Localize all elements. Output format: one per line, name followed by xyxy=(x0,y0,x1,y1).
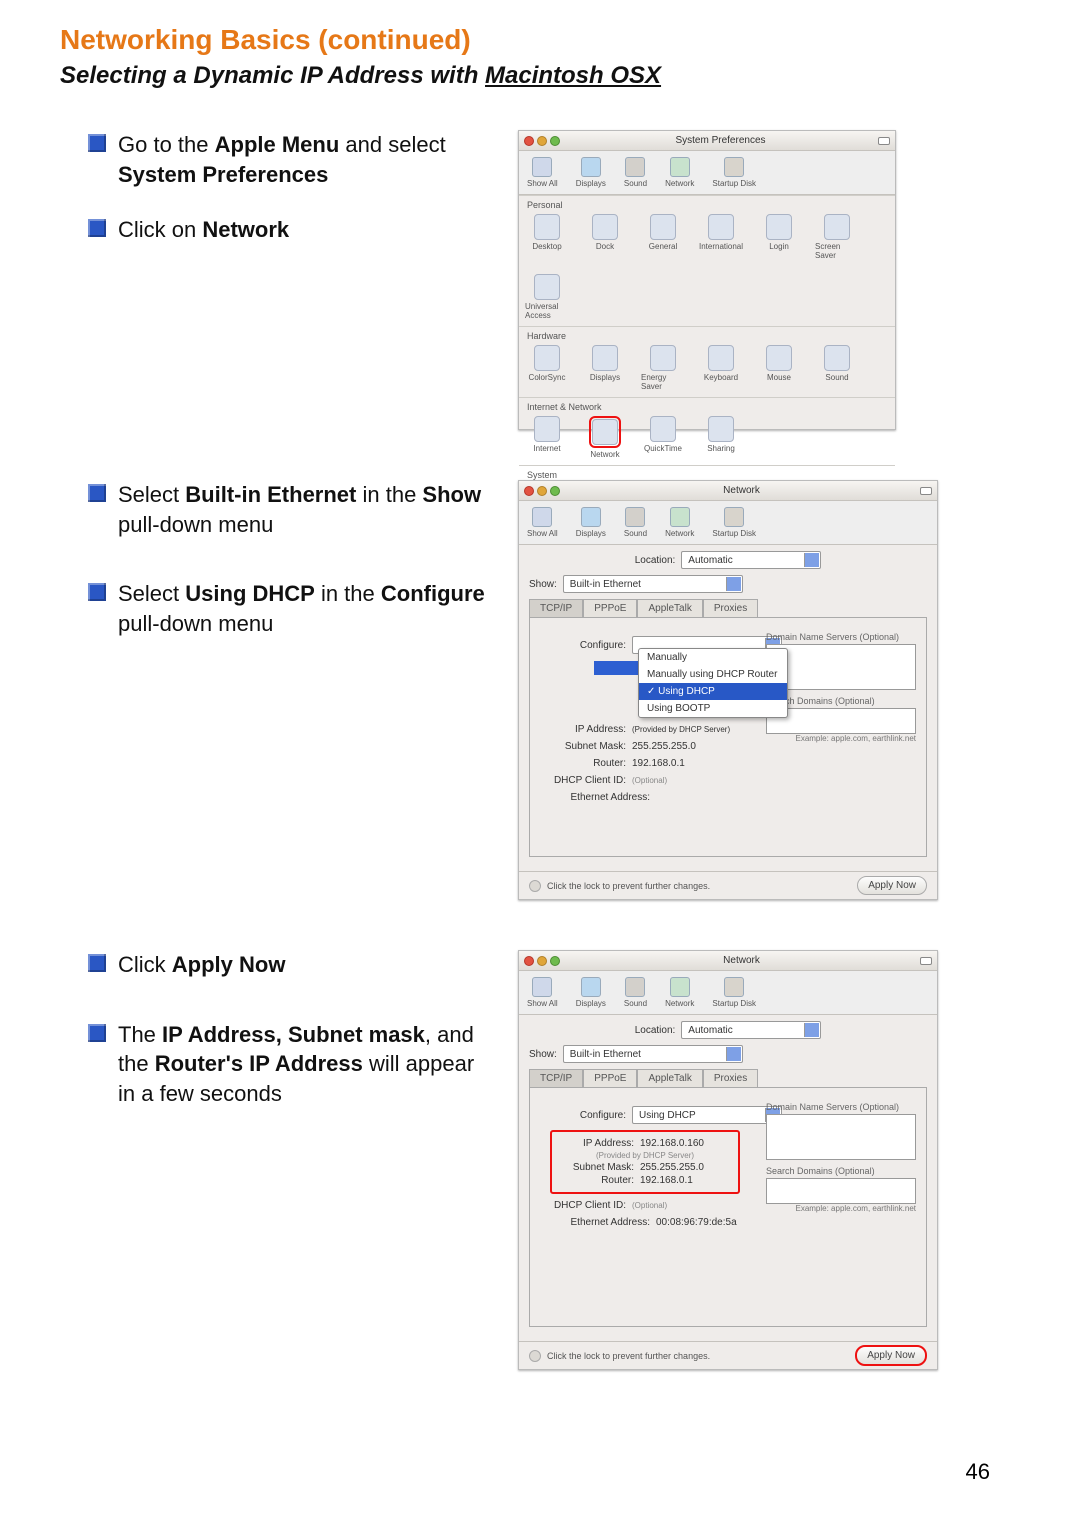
sound-icon[interactable] xyxy=(625,507,645,527)
pref-dock[interactable]: Dock xyxy=(583,214,627,260)
network-icon[interactable] xyxy=(670,507,690,527)
location-select[interactable]: Automatic xyxy=(681,551,821,569)
show-select[interactable]: Built-in Ethernet xyxy=(563,575,743,593)
pref-desktop[interactable]: Desktop xyxy=(525,214,569,260)
displays-icon[interactable] xyxy=(581,507,601,527)
pref-sharing[interactable]: Sharing xyxy=(699,416,743,459)
minimize-icon[interactable] xyxy=(537,136,547,146)
bullet: Select Built-in Ethernet in the Show pul… xyxy=(118,480,490,539)
tab-tcpip[interactable]: TCP/IP xyxy=(529,1069,583,1087)
configure-menu[interactable]: Manually Manually using DHCP Router ✓ Us… xyxy=(638,648,788,718)
show-select[interactable]: Built-in Ethernet xyxy=(563,1045,743,1063)
sound-icon[interactable] xyxy=(625,157,645,177)
pref-universal-access[interactable]: Universal Access xyxy=(525,274,569,320)
zoom-icon[interactable] xyxy=(550,486,560,496)
tab-appletalk[interactable]: AppleTalk xyxy=(637,599,702,617)
bullet: Go to the Apple Menu and select System P… xyxy=(118,130,490,189)
section-title: Networking Basics (continued) xyxy=(60,24,1020,56)
section-subtitle: Selecting a Dynamic IP Address with Maci… xyxy=(60,62,1020,90)
bullet: Click on Network xyxy=(118,215,490,245)
apply-now-button[interactable]: Apply Now xyxy=(855,1345,927,1366)
minimize-icon[interactable] xyxy=(537,486,547,496)
apply-now-button[interactable]: Apply Now xyxy=(857,876,927,895)
pref-login[interactable]: Login xyxy=(757,214,801,260)
screenshot-network-configure: Network Show All Displays Sound Network … xyxy=(518,480,938,900)
startupdisk-icon[interactable] xyxy=(724,157,744,177)
zoom-icon[interactable] xyxy=(550,136,560,146)
lock-icon[interactable] xyxy=(529,1350,541,1362)
pref-energy-saver[interactable]: Energy Saver xyxy=(641,345,685,391)
pref-mouse[interactable]: Mouse xyxy=(757,345,801,391)
close-icon[interactable] xyxy=(524,956,534,966)
pref-keyboard[interactable]: Keyboard xyxy=(699,345,743,391)
page-number: 46 xyxy=(966,1459,990,1485)
showall-icon[interactable] xyxy=(532,977,552,997)
bullet: Click Apply Now xyxy=(118,950,490,980)
close-icon[interactable] xyxy=(524,486,534,496)
displays-icon[interactable] xyxy=(581,977,601,997)
pref-internet[interactable]: Internet xyxy=(525,416,569,459)
resize-icon xyxy=(878,137,890,145)
resize-icon xyxy=(920,487,932,495)
bullet: The IP Address, Subnet mask, and the Rou… xyxy=(118,1020,490,1109)
showall-icon[interactable] xyxy=(532,507,552,527)
lock-icon[interactable] xyxy=(529,880,541,892)
pref-network[interactable]: Network xyxy=(583,416,627,459)
resize-icon xyxy=(920,957,932,965)
zoom-icon[interactable] xyxy=(550,956,560,966)
displays-icon[interactable] xyxy=(581,157,601,177)
bullet: Select Using DHCP in the Configure pull-… xyxy=(118,579,490,638)
pref-screen-saver[interactable]: Screen Saver xyxy=(815,214,859,260)
sound-icon[interactable] xyxy=(625,977,645,997)
configure-select[interactable]: Using DHCP xyxy=(632,1106,782,1124)
minimize-icon[interactable] xyxy=(537,956,547,966)
pref-sound[interactable]: Sound xyxy=(815,345,859,391)
tab-pppoe[interactable]: PPPoE xyxy=(583,599,637,617)
close-icon[interactable] xyxy=(524,136,534,146)
network-icon[interactable] xyxy=(670,977,690,997)
tab-proxies[interactable]: Proxies xyxy=(703,599,758,617)
startupdisk-icon[interactable] xyxy=(724,977,744,997)
pref-displays[interactable]: Displays xyxy=(583,345,627,391)
screenshot-system-preferences: System Preferences Show All Displays Sou… xyxy=(518,130,896,430)
startupdisk-icon[interactable] xyxy=(724,507,744,527)
pref-quicktime[interactable]: QuickTime xyxy=(641,416,685,459)
highlight-ip-info: IP Address:192.168.0.160 (Provided by DH… xyxy=(550,1130,740,1194)
showall-icon[interactable] xyxy=(532,157,552,177)
pref-colorsync[interactable]: ColorSync xyxy=(525,345,569,391)
tab-tcpip[interactable]: TCP/IP xyxy=(529,599,583,617)
tab-proxies[interactable]: Proxies xyxy=(703,1069,758,1087)
tab-pppoe[interactable]: PPPoE xyxy=(583,1069,637,1087)
pref-international[interactable]: International xyxy=(699,214,743,260)
network-icon[interactable] xyxy=(670,157,690,177)
screenshot-network-result: Network Show All Displays Sound Network … xyxy=(518,950,938,1370)
tab-appletalk[interactable]: AppleTalk xyxy=(637,1069,702,1087)
pref-general[interactable]: General xyxy=(641,214,685,260)
location-select[interactable]: Automatic xyxy=(681,1021,821,1039)
